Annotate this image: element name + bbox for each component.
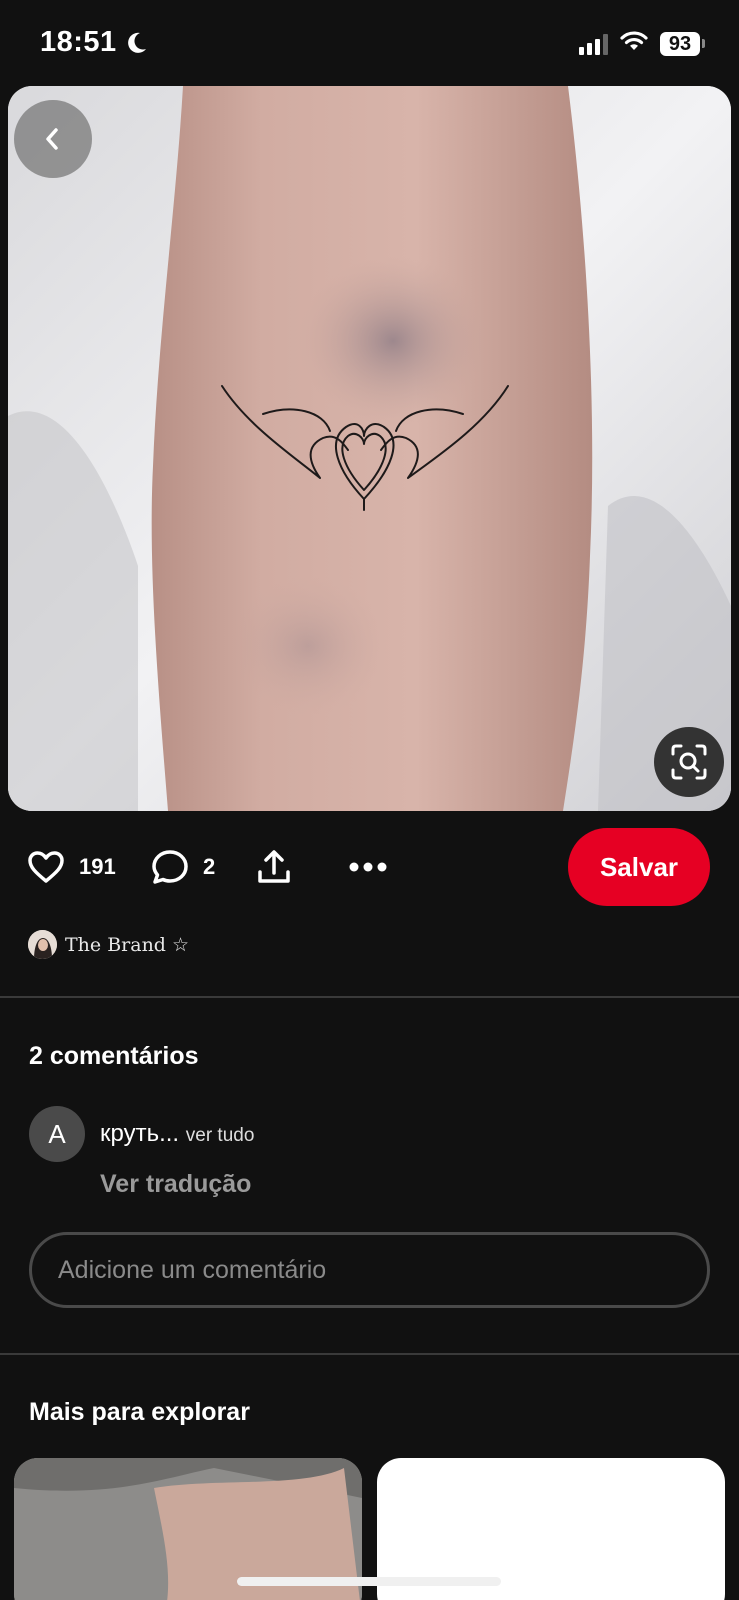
comment-body: круть... — [100, 1120, 180, 1147]
home-indicator[interactable] — [237, 1577, 501, 1586]
moon-icon — [123, 30, 149, 56]
share-button[interactable] — [256, 812, 292, 922]
creator-name: The Brand ☆ — [65, 933, 190, 956]
translate-link[interactable]: Ver tradução — [100, 1170, 251, 1199]
signal-icon — [579, 33, 608, 55]
back-button[interactable] — [14, 100, 92, 178]
comments-count: 2 — [203, 854, 216, 879]
section-divider — [0, 1353, 739, 1355]
save-button[interactable]: Salvar — [568, 828, 710, 906]
creator-profile-link[interactable]: The Brand ☆ — [28, 930, 189, 959]
clock-text: 18:51 — [40, 26, 117, 58]
heart-icon — [28, 851, 64, 883]
wifi-icon — [620, 30, 648, 57]
react-button[interactable]: 191 — [27, 812, 116, 922]
commenter-avatar[interactable]: A — [29, 1106, 85, 1162]
pin-action-bar: 191 2 Salvar — [0, 812, 739, 922]
tattoo-photo — [8, 86, 731, 811]
comments-title: 2 comentários — [29, 1042, 199, 1070]
back-arrow-icon — [46, 128, 58, 150]
comment-text: круть... ver tudo — [100, 1120, 254, 1148]
pin-detail-screen: 18:51 93 191 2 Salvar The Brand ☆ 2 come… — [0, 0, 739, 1600]
comment-bubble-icon — [152, 850, 188, 884]
visual-search-icon — [671, 744, 707, 780]
share-icon — [258, 850, 290, 883]
pin-image[interactable] — [8, 86, 731, 811]
more-dots-icon — [349, 862, 387, 872]
reactions-count: 191 — [79, 854, 116, 879]
section-divider — [0, 996, 739, 998]
more-options-button[interactable] — [348, 812, 388, 922]
explore-title: Mais para explorar — [29, 1398, 250, 1426]
comment-see-all-link[interactable]: ver tudo — [186, 1125, 255, 1146]
battery-icon: 93 — [660, 31, 705, 56]
add-comment-input[interactable] — [29, 1232, 710, 1308]
visual-search-button[interactable] — [654, 727, 724, 797]
status-time: 18:51 — [40, 26, 149, 59]
status-bar: 18:51 93 — [0, 0, 739, 86]
battery-level: 93 — [660, 31, 700, 56]
creator-avatar — [28, 930, 57, 959]
comment-button[interactable]: 2 — [151, 812, 215, 922]
status-indicators: 93 — [579, 30, 705, 57]
